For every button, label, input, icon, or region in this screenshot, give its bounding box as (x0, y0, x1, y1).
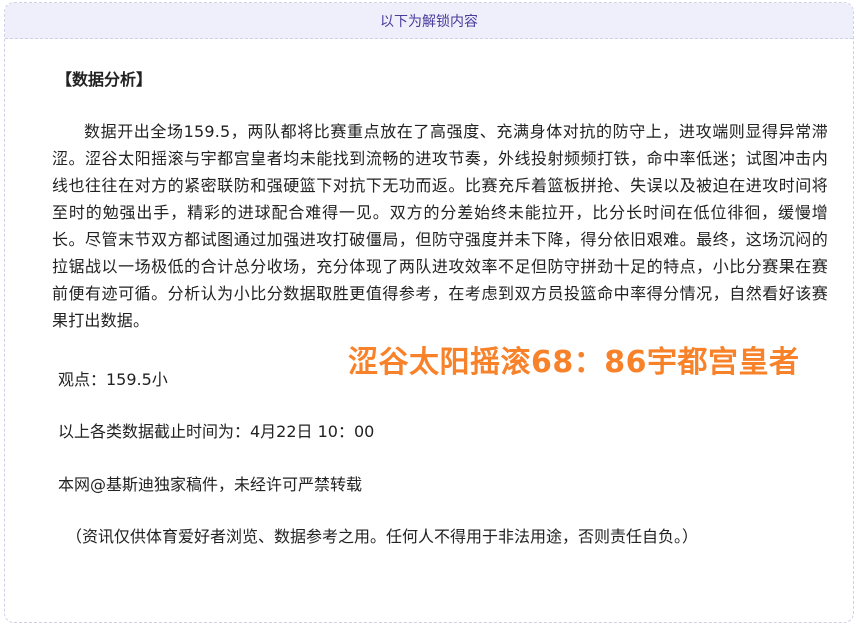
unlock-banner: 以下为解锁内容 (5, 3, 853, 39)
unlock-banner-label: 以下为解锁内容 (380, 13, 478, 30)
disclaimer-line: （资讯仅供体育爱好者浏览、数据参考之用。任何人不得用于非法用途，否则责任自负。） (66, 527, 699, 546)
article-paragraph: 数据开出全场159.5，两队都将比赛重点放在了高强度、充满身体对抗的防守上，进攻… (52, 122, 828, 330)
viewpoint-line: 观点：159.5小 (58, 370, 168, 389)
copyright-line: 本网@基斯迪独家稿件，未经许可严禁转载 (58, 475, 363, 494)
article-heading: 【数据分析】 (56, 70, 153, 89)
score-overlay: 涩谷太阳摇滚68：86宇都宫皇者 (348, 345, 800, 380)
cutoff-time-line: 以上各类数据截止时间为：4月22日 10：00 (58, 422, 375, 441)
